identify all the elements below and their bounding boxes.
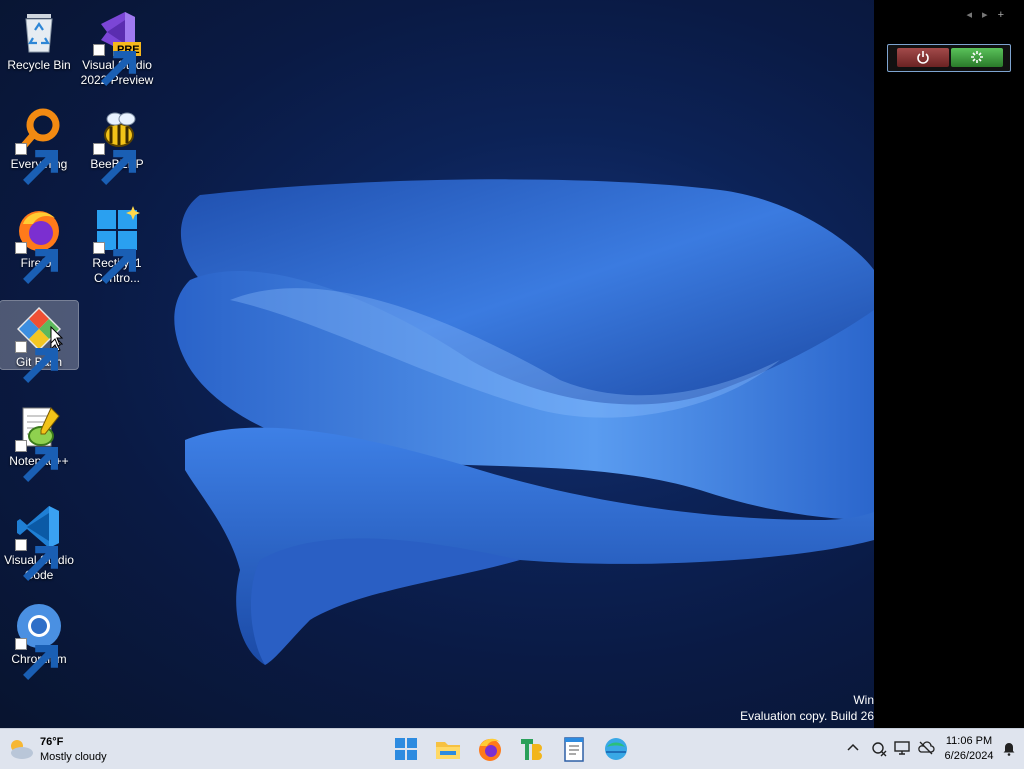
tray-network[interactable]	[870, 739, 888, 757]
bell-icon	[1003, 743, 1015, 756]
clock-date: 6/26/2024	[944, 750, 994, 762]
shortcut-arrow-icon	[15, 539, 58, 581]
file-explorer-icon	[436, 742, 460, 759]
taskbar-terabox[interactable]	[518, 735, 546, 763]
mouse-cursor-icon	[50, 326, 64, 347]
desktop-icon-recycle-bin[interactable]: Recycle Bin	[0, 4, 78, 72]
notification-button[interactable]	[1000, 739, 1018, 757]
taskbar-notepad[interactable]	[560, 735, 588, 763]
shortcut-arrow-icon	[15, 341, 58, 383]
desktop[interactable]: Recycle Bin PRE Visual Studio 2022 Previ…	[0, 0, 1024, 728]
restart-icon	[971, 51, 983, 63]
desktop-icon-beebeep[interactable]: BeeBEEP	[78, 103, 156, 185]
cloud-off-icon	[918, 741, 935, 755]
desktop-icon-rectify11[interactable]: Rectify11 Contro...	[78, 202, 156, 285]
shortcut-arrow-icon	[15, 242, 58, 284]
power-icon	[917, 51, 929, 64]
evaluation-watermark: Win Evaluation copy. Build 26	[740, 692, 874, 724]
sidebar-prev-icon[interactable]: ◂	[967, 9, 983, 21]
tray-overflow-button[interactable]	[844, 739, 862, 757]
taskbar-browser[interactable]	[602, 735, 630, 763]
chevron-up-icon	[847, 743, 859, 751]
weather-condition: Mostly cloudy	[40, 751, 107, 763]
watermark-line-1: Win	[853, 693, 874, 707]
taskbar-file-explorer[interactable]	[434, 735, 462, 763]
desktop-icon-label: Recycle Bin	[7, 58, 71, 72]
display-icon	[894, 741, 910, 755]
clock-time: 11:06 PM	[945, 735, 993, 747]
desktop-icon-everything[interactable]: Everything	[0, 103, 78, 185]
terabox-icon	[521, 739, 542, 760]
firefox-icon	[479, 738, 501, 761]
edge-globe-icon	[605, 738, 627, 760]
start-icon	[395, 738, 417, 760]
tray-onedrive[interactable]	[917, 739, 935, 757]
shutdown-gadget	[887, 44, 1011, 72]
gadget-sidebar: ◂▸+	[874, 0, 1024, 728]
shortcut-arrow-icon	[15, 143, 58, 185]
shortcut-arrow-icon	[93, 44, 136, 86]
desktop-icon-notepadpp[interactable]: Notepad++	[0, 400, 78, 482]
start-button[interactable]	[392, 735, 420, 763]
sidebar-next-icon[interactable]: ▸	[982, 9, 998, 21]
power-button[interactable]	[897, 48, 949, 67]
weather-temperature: 76°F	[40, 736, 64, 748]
shortcut-arrow-icon	[93, 242, 136, 284]
desktop-icon-vscode[interactable]: Visual Studio Code	[0, 499, 78, 582]
shortcut-arrow-icon	[15, 638, 58, 680]
sidebar-nav: ◂▸+	[967, 8, 1015, 21]
sidebar-add-icon[interactable]: +	[998, 9, 1014, 21]
watermark-line-2: Evaluation copy. Build 26	[740, 709, 874, 723]
desktop-icon-git-bash[interactable]: Git Bash	[0, 300, 79, 383]
recycle-bin-icon	[25, 14, 53, 53]
shortcut-arrow-icon	[93, 143, 136, 185]
shortcut-arrow-icon	[15, 440, 58, 482]
taskbar-firefox[interactable]	[476, 735, 504, 763]
restart-button[interactable]	[951, 48, 1003, 67]
desktop-icon-firefox[interactable]: Firefox	[0, 202, 78, 284]
desktop-icon-chromium[interactable]: Chromium	[0, 598, 78, 680]
desktop-icon-visual-studio-preview[interactable]: PRE Visual Studio 2022 Preview	[78, 4, 156, 87]
system-clock[interactable]: 11:06 PM 6/26/2024	[936, 734, 1002, 764]
partly-cloudy-icon	[11, 740, 33, 759]
network-off-icon	[872, 742, 887, 757]
tray-display[interactable]	[893, 739, 911, 757]
taskbar: 76°F Mostly cloudy 11:06 PM 6/26/2024	[0, 728, 1024, 769]
notepad-icon	[564, 737, 584, 762]
